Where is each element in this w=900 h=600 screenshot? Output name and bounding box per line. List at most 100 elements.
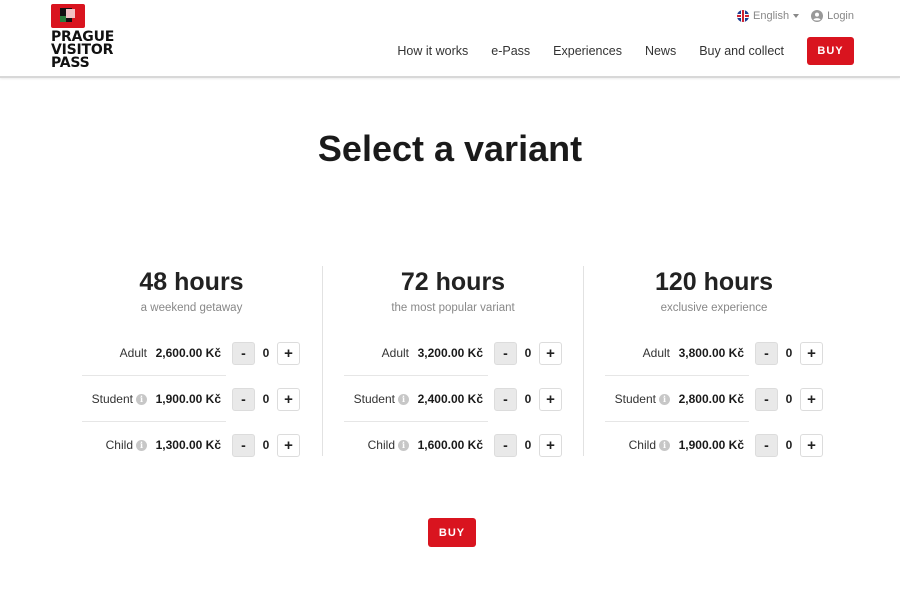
price-row-adult: Adult 3,800.00 Kč - 0 +	[605, 330, 835, 376]
decrement-button[interactable]: -	[755, 433, 778, 457]
buy-button-header[interactable]: BUY	[807, 37, 854, 65]
price-row-student: Student i 2,800.00 Kč - 0 +	[605, 376, 835, 422]
variant-card-48h: 48 hours a weekend getaway Adult 2,600.0…	[61, 266, 322, 457]
variant-title: 120 hours	[654, 268, 774, 296]
increment-button[interactable]: +	[800, 433, 823, 457]
ticket-type-label: Student i	[82, 392, 147, 406]
quantity-value: 0	[524, 438, 532, 452]
user-circle-icon	[811, 10, 824, 22]
info-icon[interactable]: i	[136, 393, 147, 405]
price-row-child: Child i 1,900.00 Kč - 0 +	[605, 422, 835, 468]
ticket-type-label: Adult	[605, 346, 670, 360]
ticket-type-text: Adult	[119, 346, 147, 360]
prague-visitor-pass-logo[interactable]: PRAGUE VISITOR PASS	[51, 4, 141, 72]
ticket-price: 3,800.00 Kč	[678, 346, 744, 360]
info-icon[interactable]: i	[398, 393, 409, 405]
increment-button[interactable]: +	[539, 341, 562, 365]
decrement-button[interactable]: -	[232, 433, 255, 457]
quantity-value: 0	[262, 392, 270, 406]
site-header: PRAGUE VISITOR PASS English Login How it…	[0, 0, 900, 78]
logo-text: PRAGUE VISITOR PASS	[51, 30, 141, 71]
ticket-price: 1,900.00 Kč	[678, 438, 744, 452]
ticket-price: 1,600.00 Kč	[417, 438, 483, 452]
utility-bar: English Login	[737, 10, 854, 22]
ticket-type-text: Student	[353, 392, 395, 406]
variant-subtitle: the most popular variant	[391, 302, 515, 314]
quantity-value: 0	[262, 346, 270, 360]
info-icon[interactable]: i	[136, 439, 147, 451]
decrement-button[interactable]: -	[232, 387, 255, 411]
ticket-price: 2,800.00 Kč	[678, 392, 744, 406]
ticket-type-text: Student	[91, 392, 133, 406]
price-row-student: Student i 2,400.00 Kč - 0 +	[344, 376, 574, 422]
variant-title: 48 hours	[139, 268, 244, 296]
logo-mark-icon	[51, 4, 85, 28]
ticket-price: 1,900.00 Kč	[155, 392, 221, 406]
login-label: Login	[827, 10, 854, 22]
increment-button[interactable]: +	[800, 387, 823, 411]
quantity-value: 0	[524, 392, 532, 406]
ticket-type-text: Adult	[642, 346, 670, 360]
quantity-value: 0	[785, 346, 793, 360]
decrement-button[interactable]: -	[494, 433, 517, 457]
price-row-child: Child i 1,600.00 Kč - 0 +	[344, 422, 574, 468]
variant-subtitle: exclusive experience	[660, 302, 768, 314]
buy-button[interactable]: BUY	[428, 518, 476, 547]
info-icon[interactable]: i	[659, 439, 670, 451]
price-row-student: Student i 1,900.00 Kč - 0 +	[82, 376, 312, 422]
quantity-value: 0	[262, 438, 270, 452]
ticket-type-label: Child i	[344, 438, 409, 452]
ticket-price: 1,300.00 Kč	[155, 438, 221, 452]
ticket-type-label: Child i	[82, 438, 147, 452]
logo-line: PASS	[51, 55, 90, 71]
ticket-price: 3,200.00 Kč	[417, 346, 483, 360]
language-selector[interactable]: English	[737, 10, 800, 22]
increment-button[interactable]: +	[800, 341, 823, 365]
increment-button[interactable]: +	[539, 387, 562, 411]
nav-news[interactable]: News	[645, 44, 676, 58]
info-icon[interactable]: i	[659, 393, 670, 405]
price-row-adult: Adult 2,600.00 Kč - 0 +	[82, 330, 312, 376]
decrement-button[interactable]: -	[494, 341, 517, 365]
quantity-value: 0	[524, 346, 532, 360]
variant-card-120h: 120 hours exclusive experience Adult 3,8…	[583, 266, 844, 457]
main-nav: How it works e-Pass Experiences News Buy…	[374, 37, 854, 65]
ticket-type-text: Child	[105, 438, 133, 452]
ticket-price: 2,600.00 Kč	[155, 346, 221, 360]
ticket-type-label: Student i	[344, 392, 409, 406]
language-label: English	[753, 10, 790, 22]
ticket-type-text: Child	[367, 438, 395, 452]
ticket-type-text: Adult	[381, 346, 409, 360]
ticket-type-text: Student	[614, 392, 656, 406]
nav-buy-and-collect[interactable]: Buy and collect	[699, 44, 784, 58]
quantity-value: 0	[785, 392, 793, 406]
uk-flag-icon	[737, 10, 749, 22]
quantity-value: 0	[785, 438, 793, 452]
decrement-button[interactable]: -	[494, 387, 517, 411]
variant-title: 72 hours	[400, 268, 506, 296]
price-row-child: Child i 1,300.00 Kč - 0 +	[82, 422, 312, 468]
variant-subtitle: a weekend getaway	[140, 302, 243, 314]
increment-button[interactable]: +	[277, 387, 300, 411]
page-title: Select a variant	[317, 128, 583, 169]
price-row-adult: Adult 3,200.00 Kč - 0 +	[344, 330, 574, 376]
increment-button[interactable]: +	[277, 341, 300, 365]
ticket-type-label: Student i	[605, 392, 670, 406]
ticket-type-text: Child	[628, 438, 656, 452]
ticket-type-label: Adult	[82, 346, 147, 360]
increment-button[interactable]: +	[277, 433, 300, 457]
nav-experiences[interactable]: Experiences	[553, 44, 622, 58]
ticket-price: 2,400.00 Kč	[417, 392, 483, 406]
decrement-button[interactable]: -	[755, 387, 778, 411]
increment-button[interactable]: +	[539, 433, 562, 457]
decrement-button[interactable]: -	[232, 341, 255, 365]
decrement-button[interactable]: -	[755, 341, 778, 365]
caret-down-icon	[793, 14, 800, 18]
ticket-type-label: Child i	[605, 438, 670, 452]
login-link[interactable]: Login	[811, 10, 854, 22]
nav-e-pass[interactable]: e-Pass	[491, 44, 530, 58]
info-icon[interactable]: i	[398, 439, 409, 451]
variant-card-72h: 72 hours the most popular variant Adult …	[322, 266, 583, 457]
nav-how-it-works[interactable]: How it works	[397, 44, 468, 58]
ticket-type-label: Adult	[344, 346, 409, 360]
